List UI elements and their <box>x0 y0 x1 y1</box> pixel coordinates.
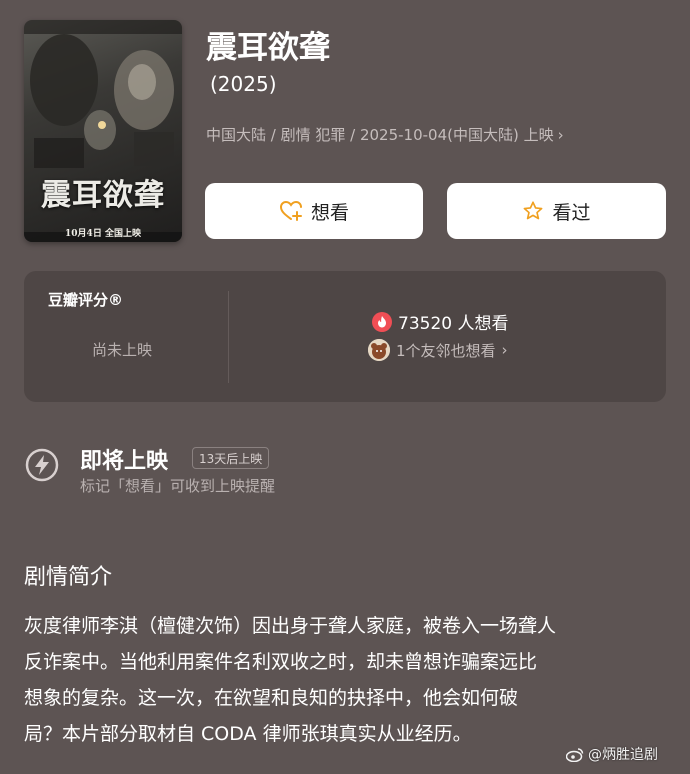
watched-button[interactable]: 看过 <box>447 183 666 239</box>
upcoming-title: 即将上映 <box>80 449 169 474</box>
poster-title: 震耳欲聋 <box>41 178 165 213</box>
card-divider <box>228 291 229 383</box>
movie-meta-link[interactable]: 中国大陆 / 剧情 犯罪 / 2025-10-04(中国大陆) 上映 › <box>206 124 564 145</box>
days-until-release-badge: 13天后上映 <box>192 447 270 469</box>
heart-plus-icon <box>279 200 302 221</box>
weibo-icon <box>566 747 584 762</box>
movie-year: (2025) <box>210 72 277 96</box>
wish-count-text: 73520 人想看 <box>398 314 509 334</box>
chevron-right-icon: › <box>501 341 508 359</box>
synopsis-line: 反诈案中。当他利用案件名利双收之时，却未曾想诈骗案远比 <box>24 651 538 673</box>
want-to-watch-button[interactable]: 想看 <box>205 183 423 239</box>
movie-poster[interactable]: 震耳欲聋 10月4日 全国上映 <box>24 20 182 242</box>
synopsis-body: 灰度律师李淇（檀健次饰）因出身于聋人家庭，被卷入一场聋人 反诈案中。当他利用案件… <box>24 608 672 752</box>
movie-title: 震耳欲聋 <box>206 30 330 66</box>
friends-want-link[interactable]: 1个友邻也想看 › <box>368 339 508 361</box>
rating-card: 豆瓣评分® 尚未上映 73520 人想看 1个友邻也想看 › <box>24 271 666 402</box>
synopsis-line: 想象的复杂。这一次，在欲望和良知的抉择中，他会如何破 <box>24 687 519 709</box>
synopsis-heading: 剧情简介 <box>24 565 113 590</box>
watched-label: 看过 <box>552 201 591 224</box>
watermark-text: @炳胜追剧 <box>588 747 658 763</box>
wish-count: 73520 人想看 <box>372 309 508 334</box>
douban-rating-label: 豆瓣评分® <box>48 291 124 309</box>
rating-status: 尚未上映 <box>92 341 153 359</box>
want-to-watch-label: 想看 <box>310 201 349 224</box>
lightning-icon <box>25 448 59 482</box>
movie-meta-text: 中国大陆 / 剧情 犯罪 / 2025-10-04(中国大陆) 上映 <box>206 126 554 144</box>
chevron-right-icon: › <box>557 125 564 144</box>
friends-want-text: 1个友邻也想看 <box>396 341 496 360</box>
hot-flame-icon <box>372 311 392 332</box>
avatar <box>368 339 390 361</box>
upcoming-hint: 标记「想看」可收到上映提醒 <box>80 477 276 495</box>
synopsis-line: 灰度律师李淇（檀健次饰）因出身于聋人家庭，被卷入一场聋人 <box>24 615 557 637</box>
poster-release-text: 10月4日 全国上映 <box>65 229 141 239</box>
weibo-watermark: @炳胜追剧 <box>566 744 658 764</box>
bear-avatar-icon <box>368 339 390 361</box>
star-icon <box>524 201 543 220</box>
